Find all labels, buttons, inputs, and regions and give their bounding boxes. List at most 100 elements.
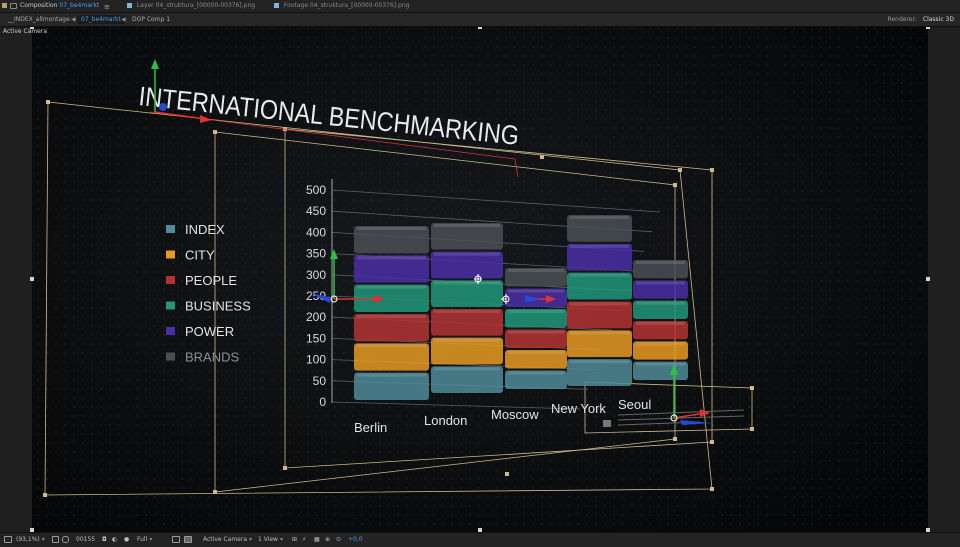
bar-segment-highlight xyxy=(434,281,500,285)
breadcrumb-arrow-icon: ◀ xyxy=(71,16,76,23)
bar-segment-highlight xyxy=(508,351,564,354)
breadcrumb-arrow-icon: ◀ xyxy=(121,16,126,23)
bar-segment-highlight xyxy=(434,252,500,256)
resolution-value: Full xyxy=(137,536,148,543)
snapshot-icon[interactable]: ◘ xyxy=(102,533,107,547)
legend-swatch xyxy=(166,327,175,335)
always-preview-icon[interactable] xyxy=(4,533,12,547)
bar-segment-highlight xyxy=(508,269,564,272)
bar-segment xyxy=(354,314,429,342)
tab-layer-label: Layer xyxy=(136,2,154,9)
bar-segment-highlight xyxy=(636,281,685,285)
layer-icon xyxy=(127,3,132,8)
grid-toggle-icon[interactable] xyxy=(52,533,59,547)
chevron-down-icon: ▾ xyxy=(249,536,253,543)
resolution-dropdown[interactable]: Full ▾ xyxy=(137,533,152,547)
color-channel-icon[interactable]: ◐ xyxy=(112,533,117,547)
bar-segment xyxy=(354,343,429,371)
composition-breadcrumb: __INDEX_allmontage ◀ 07_be4markt ◀ DOP C… xyxy=(0,13,960,27)
bar-segment-highlight xyxy=(357,285,426,289)
camera-view-dropdown[interactable]: Active Camera ▾ xyxy=(203,533,252,547)
bar-segment-highlight xyxy=(434,338,500,342)
bar-segment-highlight xyxy=(357,344,426,348)
x-tick-label: London xyxy=(424,413,467,428)
flowchart-icon[interactable]: ⊕ xyxy=(325,533,330,547)
y-tick-label: 400 xyxy=(306,225,326,239)
tab-footage-name: 04_struktura_[00000-00376].png xyxy=(309,2,410,9)
bar-segment-highlight xyxy=(570,331,629,335)
legend-swatch xyxy=(166,301,175,310)
y-tick-label: 200 xyxy=(306,310,326,324)
bar-segment-highlight xyxy=(636,322,685,325)
bar-segment xyxy=(354,372,429,400)
bar-segment-highlight xyxy=(357,256,426,260)
bar-segment-highlight xyxy=(508,310,564,313)
chevron-down-icon: ▾ xyxy=(41,536,45,543)
tab-layer-name: 04_struktura_[00000-00376].png xyxy=(155,2,256,9)
y-tick-label: 0 xyxy=(319,395,326,409)
legend-label: POWER xyxy=(185,324,234,339)
camera-view-value: Active Camera xyxy=(203,536,248,543)
mask-toggle-icon[interactable] xyxy=(62,533,69,547)
panel-menu-icon[interactable]: ≡ xyxy=(104,1,110,11)
view-layout-dropdown[interactable]: 1 View ▾ xyxy=(258,533,283,547)
scene-canvas[interactable]: INTERNATIONAL BENCHMARKING INDEXCITYPEOP… xyxy=(0,27,960,532)
legend-label: PEOPLE xyxy=(185,273,237,288)
breadcrumb-item[interactable]: DOP Comp 1 xyxy=(128,15,174,24)
footage-icon xyxy=(274,3,279,8)
bar-segment xyxy=(567,215,632,242)
x-tick-label: Moscow xyxy=(491,407,539,422)
x-tick-label: Seoul xyxy=(618,397,651,412)
bar-segment-highlight xyxy=(357,227,426,230)
bar-segment-highlight xyxy=(434,310,500,313)
tab-footage-label: Footage xyxy=(283,2,309,9)
bar-segment-highlight xyxy=(434,224,500,227)
x-tick-label: New York xyxy=(551,401,606,416)
zoom-value: (93,1%) xyxy=(16,536,40,543)
bar-segment-highlight xyxy=(357,373,426,377)
toggle-pixel-aspect-icon[interactable]: ⊞ xyxy=(292,533,297,547)
exposure-value[interactable]: +0,0 xyxy=(348,533,363,547)
y-tick-label: 300 xyxy=(306,268,326,282)
transparency-grid-icon[interactable] xyxy=(184,533,192,547)
lock-icon xyxy=(10,2,17,9)
legend-swatch xyxy=(166,250,175,259)
bar-segment-highlight xyxy=(357,315,426,318)
magnification-dropdown[interactable]: (93,1%) ▾ xyxy=(16,533,45,547)
breadcrumb-item-active[interactable]: 07_be4markt xyxy=(77,15,125,24)
bar-segment-highlight xyxy=(636,362,685,366)
tab-composition-name: 07_be4markt xyxy=(59,2,100,9)
timeline-icon[interactable]: ▦ xyxy=(314,533,320,547)
region-of-interest-icon[interactable] xyxy=(172,533,180,547)
breadcrumb-item[interactable]: __INDEX_allmontage xyxy=(4,15,74,24)
renderer-control[interactable]: Renderer: Classic 3D xyxy=(888,13,954,26)
active-camera-label: Active Camera xyxy=(3,28,48,35)
y-tick-label: 150 xyxy=(306,331,326,345)
composition-icon xyxy=(2,3,7,8)
tab-composition-label: Composition xyxy=(20,2,58,9)
legend-swatch xyxy=(166,276,175,284)
tab-composition[interactable]: Composition 07_be4markt xyxy=(2,0,99,12)
viewer-footer-bar: (93,1%) ▾ 00155 ◘ ◐ ● Full ▾ Active Camera… xyxy=(0,532,960,547)
y-tick-label: 350 xyxy=(306,247,326,261)
channels-icon[interactable]: ● xyxy=(124,533,129,547)
bar-segment-highlight xyxy=(636,261,685,264)
legend-label: BUSINESS xyxy=(185,299,251,314)
tab-footage[interactable]: Footage 04_struktura_[00000-00376].png xyxy=(274,0,409,12)
tab-layer[interactable]: Layer 04_struktura_[00000-00376].png xyxy=(127,0,255,12)
bar-segment-highlight xyxy=(508,371,564,375)
bar-segment-highlight xyxy=(434,367,500,371)
bar-segment-highlight xyxy=(570,360,629,364)
bar-segment-highlight xyxy=(508,289,564,293)
bar-segment-highlight xyxy=(570,216,629,219)
bar-segment-highlight xyxy=(570,244,629,248)
composition-viewer[interactable]: INTERNATIONAL BENCHMARKING INDEX CITY PEOP… xyxy=(0,27,960,532)
current-time[interactable]: 00155 xyxy=(76,533,95,547)
bar-segment xyxy=(567,272,632,300)
fast-previews-icon[interactable]: ⚡ xyxy=(302,533,306,547)
bar-segment xyxy=(354,226,429,254)
legend-label: INDEX xyxy=(185,222,225,237)
legend-label: CITY xyxy=(185,248,215,263)
bar-segment xyxy=(567,243,632,271)
reset-exposure-icon[interactable]: ⊙ xyxy=(336,533,341,547)
